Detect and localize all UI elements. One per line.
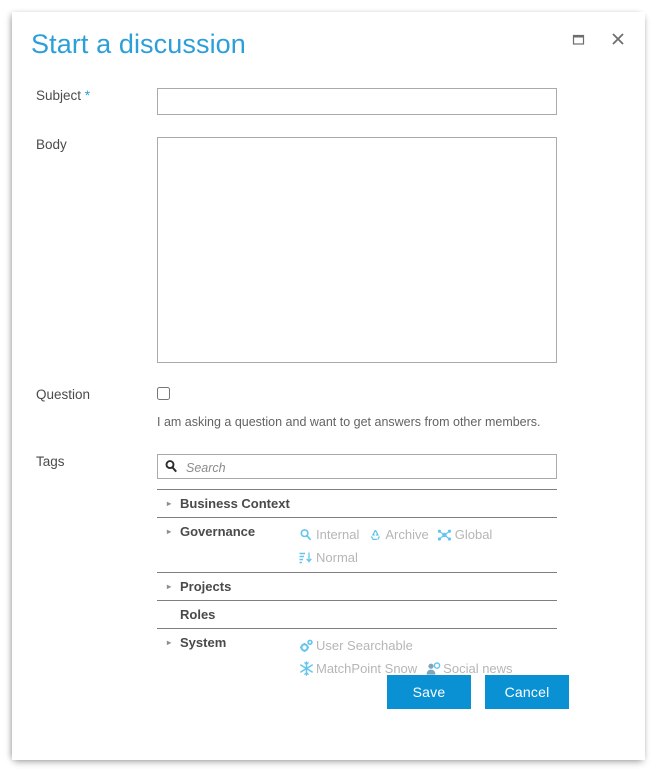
close-button[interactable] bbox=[605, 26, 631, 52]
tags-label: Tags bbox=[36, 454, 65, 469]
question-hint: I am asking a question and want to get a… bbox=[157, 415, 541, 429]
page-title: Start a discussion bbox=[31, 29, 246, 59]
tag-item[interactable]: Archive bbox=[367, 523, 429, 546]
tag-category-header[interactable]: ▸ Governance bbox=[157, 523, 298, 541]
question-label: Question bbox=[36, 387, 91, 402]
tag-item-label: User Searchable bbox=[316, 638, 413, 653]
tag-item[interactable]: Internal bbox=[298, 523, 359, 546]
sort-descending-icon bbox=[298, 550, 314, 566]
tag-category-header[interactable]: ▸ Business Context bbox=[157, 495, 298, 513]
tags-field-wrap: ▸ Business Context ▸ Governance bbox=[157, 454, 645, 683]
discussion-form: Subject * Body Question I am asking a qu… bbox=[12, 88, 645, 683]
tag-category-table: ▸ Business Context ▸ Governance Internal… bbox=[157, 489, 557, 683]
tag-category-label: System bbox=[180, 635, 227, 650]
question-row: Question I am asking a question and want… bbox=[12, 387, 645, 430]
chevron-right-icon: ▸ bbox=[166, 499, 171, 508]
chevron-right-icon: ▸ bbox=[166, 638, 171, 647]
close-icon bbox=[611, 32, 625, 46]
start-discussion-dialog: Start a discussion Subject * Body Questi… bbox=[12, 12, 645, 760]
tag-item[interactable]: Global bbox=[437, 523, 493, 546]
network-icon bbox=[437, 527, 453, 543]
subject-input[interactable] bbox=[157, 88, 557, 115]
tag-item[interactable]: Normal bbox=[298, 546, 555, 569]
window-controls bbox=[565, 26, 631, 52]
tag-search-input[interactable] bbox=[184, 455, 556, 480]
tag-item-label: Global bbox=[454, 527, 493, 542]
tag-category-label: Projects bbox=[180, 579, 232, 594]
save-button[interactable]: Save bbox=[387, 675, 471, 709]
maximize-button[interactable] bbox=[565, 26, 591, 52]
tag-item-label: Archive bbox=[385, 527, 429, 542]
subject-row: Subject * bbox=[12, 88, 645, 115]
tag-category-header[interactable]: ▸ Projects bbox=[157, 578, 298, 596]
body-textarea[interactable] bbox=[157, 137, 557, 363]
magnifier-icon bbox=[298, 527, 314, 543]
tag-search-wrap bbox=[157, 454, 557, 480]
tag-category-header[interactable]: ▸ System bbox=[157, 634, 298, 652]
tag-item-label: Normal bbox=[316, 550, 358, 565]
tag-item-list: Internal Archive Global Normal bbox=[298, 523, 557, 569]
tag-item[interactable]: User Searchable bbox=[298, 634, 555, 657]
question-checkbox[interactable] bbox=[157, 387, 170, 400]
tag-item-list: User Searchable MatchPoint Snow Social n… bbox=[298, 634, 557, 680]
tags-row: Tags ▸ Busi bbox=[12, 454, 645, 683]
tag-category-row[interactable]: ▸ Governance Internal Archive Global Nor… bbox=[157, 517, 557, 572]
tag-category-row[interactable]: ▸ Roles bbox=[157, 600, 557, 628]
question-field-wrap: I am asking a question and want to get a… bbox=[157, 387, 645, 430]
subject-label: Subject * bbox=[12, 88, 157, 104]
dialog-footer: Save Cancel bbox=[12, 675, 645, 709]
tag-category-label: Roles bbox=[180, 607, 216, 622]
tag-category-row[interactable]: ▸ Business Context bbox=[157, 489, 557, 517]
body-field-wrap bbox=[157, 137, 645, 363]
subject-label-text: Subject bbox=[36, 88, 82, 103]
tag-category-label: Business Context bbox=[180, 496, 290, 511]
body-label: Body bbox=[36, 137, 67, 152]
tag-category-label: Governance bbox=[180, 524, 256, 539]
gears-icon bbox=[298, 638, 314, 654]
search-icon bbox=[164, 459, 179, 479]
chevron-right-icon: ▸ bbox=[166, 582, 171, 591]
required-marker: * bbox=[84, 88, 91, 103]
body-row: Body bbox=[12, 137, 645, 363]
tag-item-label: Internal bbox=[316, 527, 360, 542]
chevron-right-icon: ▸ bbox=[166, 527, 171, 536]
tag-category-header[interactable]: ▸ Roles bbox=[157, 606, 298, 624]
recycle-icon bbox=[367, 527, 383, 543]
tag-category-row[interactable]: ▸ Projects bbox=[157, 572, 557, 600]
maximize-icon bbox=[572, 33, 585, 46]
cancel-button[interactable]: Cancel bbox=[485, 675, 569, 709]
subject-field-wrap bbox=[157, 88, 645, 115]
